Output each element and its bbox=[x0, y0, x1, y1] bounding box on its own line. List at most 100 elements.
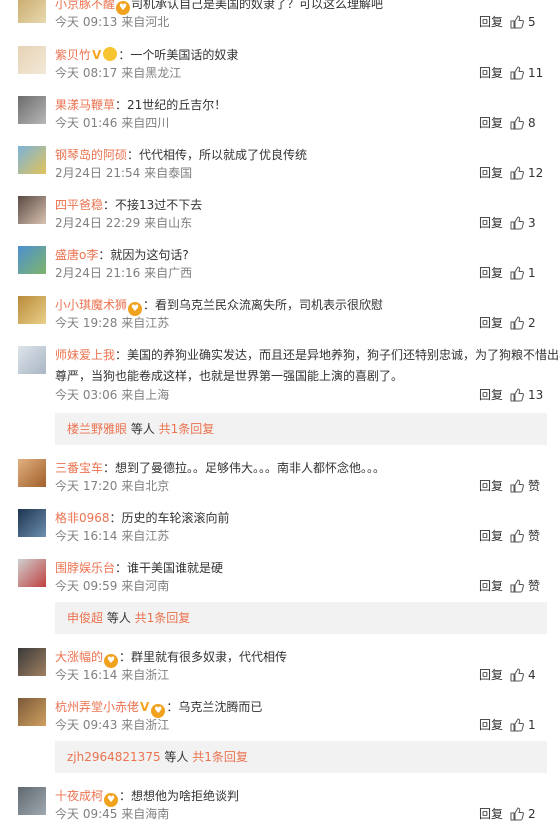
reply-button[interactable]: 回复 bbox=[479, 214, 503, 232]
like-button[interactable]: 1 bbox=[510, 716, 550, 734]
comment-line: 紫贝竹V ：一个听美国话的奴隶 bbox=[55, 46, 238, 64]
avatar[interactable] bbox=[18, 46, 46, 74]
avatar[interactable] bbox=[18, 698, 46, 726]
sub-reply-count-link[interactable]: 共1条回复 bbox=[192, 750, 248, 764]
verified-icon: V bbox=[92, 48, 102, 62]
reply-button[interactable]: 回复 bbox=[479, 805, 503, 823]
comment-text: ：群里就有很多奴隶，代代相传 bbox=[119, 650, 288, 664]
thumb-up-icon bbox=[510, 479, 524, 493]
thumb-up-icon bbox=[510, 807, 524, 821]
sub-reply-user-link[interactable]: zjh2964821375 bbox=[67, 750, 161, 764]
avatar[interactable] bbox=[18, 346, 46, 374]
like-button[interactable]: 13 bbox=[510, 386, 550, 404]
sub-reply-user-link[interactable]: 申俊超 bbox=[67, 611, 103, 625]
comment-line: 格非0968：历史的车轮滚滚向前 bbox=[55, 509, 230, 527]
reply-button[interactable]: 回复 bbox=[479, 666, 503, 684]
comment-meta: 今天 19:28 来自江苏 bbox=[55, 316, 170, 330]
avatar[interactable] bbox=[18, 509, 46, 537]
username-link[interactable]: 四平爸稳 bbox=[55, 198, 103, 212]
username-link[interactable]: 小小琪魔术狮 bbox=[55, 298, 127, 312]
like-count: 12 bbox=[528, 166, 544, 180]
comment-item: 大涨幅的 ♥ ：群里就有很多奴隶，代代相传 今天 16:14 来自浙江 回复 4 bbox=[0, 648, 560, 700]
comment-line: 大涨幅的 ♥ ：群里就有很多奴隶，代代相传 bbox=[55, 648, 288, 668]
reply-button[interactable]: 回复 bbox=[479, 114, 503, 132]
reply-button[interactable]: 回复 bbox=[479, 164, 503, 182]
comment-line: 四平爸稳：不接13过不下去 bbox=[55, 196, 202, 214]
like-button[interactable]: 赞 bbox=[510, 527, 550, 545]
comment-text: 司机承认自己是美国的奴隶了？可以这么理解吧 bbox=[131, 0, 384, 11]
comment-item: 果漾马鞭草：21世纪的丘吉尔！ 今天 01:46 来自四川 回复 8 bbox=[0, 96, 560, 148]
username-link[interactable]: 紫贝竹 bbox=[55, 48, 91, 62]
like-button[interactable]: 5 bbox=[510, 13, 550, 31]
avatar[interactable] bbox=[18, 787, 46, 815]
comment-text: ：想到了曼德拉。。足够伟大。。。南非人都怀念他。。。 bbox=[103, 461, 386, 475]
avatar[interactable] bbox=[18, 648, 46, 676]
avatar[interactable] bbox=[18, 0, 46, 23]
thumb-up-icon bbox=[510, 718, 524, 732]
like-button[interactable]: 1 bbox=[510, 264, 550, 282]
comment-text: ：看到乌克兰民众流离失所，司机表示很欣慰 bbox=[143, 298, 384, 312]
sub-reply-summary[interactable]: 楼兰野雅眼 等人 共1条回复 bbox=[55, 413, 547, 445]
comment-text: ：21世纪的丘吉尔！ bbox=[115, 98, 227, 112]
username-link[interactable]: 盛唐o李 bbox=[55, 248, 98, 262]
comment-text: ：就因为这句话? bbox=[98, 248, 189, 262]
sub-reply-summary[interactable]: 申俊超 等人 共1条回复 bbox=[55, 602, 547, 634]
avatar[interactable] bbox=[18, 559, 46, 587]
sub-reply-user-link[interactable]: 楼兰野雅眼 bbox=[67, 422, 127, 436]
reply-button[interactable]: 回复 bbox=[479, 314, 503, 332]
username-link[interactable]: 杭州弄堂小赤佬 bbox=[55, 700, 139, 714]
like-button[interactable]: 4 bbox=[510, 666, 550, 684]
comment-line: 盛唐o李：就因为这句话? bbox=[55, 246, 189, 264]
avatar[interactable] bbox=[18, 246, 46, 274]
thumb-up-icon bbox=[510, 579, 524, 593]
reply-button[interactable]: 回复 bbox=[479, 577, 503, 595]
sub-reply-summary[interactable]: zjh2964821375 等人 共1条回复 bbox=[55, 741, 547, 773]
username-link[interactable]: 围脖娱乐台 bbox=[55, 561, 115, 575]
avatar[interactable] bbox=[18, 146, 46, 174]
like-button[interactable]: 11 bbox=[510, 64, 550, 82]
reply-button[interactable]: 回复 bbox=[479, 477, 503, 495]
reply-button[interactable]: 回复 bbox=[479, 13, 503, 31]
avatar[interactable] bbox=[18, 96, 46, 124]
like-count: 2 bbox=[528, 807, 536, 821]
like-count: 1 bbox=[528, 718, 536, 732]
username-link[interactable]: 钢琴岛的阿硕 bbox=[55, 148, 127, 162]
like-button[interactable]: 3 bbox=[510, 214, 550, 232]
username-link[interactable]: 小京豚不醒 bbox=[55, 0, 115, 11]
sub-reply-count-link[interactable]: 共1条回复 bbox=[135, 611, 191, 625]
like-button[interactable]: 12 bbox=[510, 164, 550, 182]
sub-reply-count-link[interactable]: 共1条回复 bbox=[159, 422, 215, 436]
comment-meta: 今天 16:14 来自江苏 bbox=[55, 529, 170, 543]
username-link[interactable]: 格非0968 bbox=[55, 511, 110, 525]
reply-button[interactable]: 回复 bbox=[479, 64, 503, 82]
like-button[interactable]: 8 bbox=[510, 114, 550, 132]
username-link[interactable]: 十夜成柯 bbox=[55, 789, 103, 803]
thumb-up-icon bbox=[510, 66, 524, 80]
username-link[interactable]: 果漾马鞭草 bbox=[55, 98, 115, 112]
comment-item: 四平爸稳：不接13过不下去 2月24日 22:29 来自山东 回复 3 bbox=[0, 196, 560, 248]
like-button[interactable]: 赞 bbox=[510, 477, 550, 495]
reply-button[interactable]: 回复 bbox=[479, 716, 503, 734]
username-link[interactable]: 大涨幅的 bbox=[55, 650, 103, 664]
avatar[interactable] bbox=[18, 296, 46, 324]
like-count: 11 bbox=[528, 66, 544, 80]
reply-button[interactable]: 回复 bbox=[479, 264, 503, 282]
username-link[interactable]: 师妹爱上我 bbox=[55, 348, 115, 362]
avatar[interactable] bbox=[18, 196, 46, 224]
comment-item: 盛唐o李：就因为这句话? 2月24日 21:16 来自广西 回复 1 bbox=[0, 246, 560, 298]
reply-button[interactable]: 回复 bbox=[479, 527, 503, 545]
avatar[interactable] bbox=[18, 459, 46, 487]
comment-meta: 今天 09:13 来自河北 bbox=[55, 15, 170, 29]
reply-button[interactable]: 回复 bbox=[479, 386, 503, 404]
comment-text: ：历史的车轮滚滚向前 bbox=[109, 511, 230, 525]
comment-meta: 2月24日 22:29 来自山东 bbox=[55, 216, 193, 230]
comment-line: 杭州弄堂小赤佬V ♥ ：乌克兰沈腾而已 bbox=[55, 698, 262, 718]
like-button[interactable]: 2 bbox=[510, 805, 550, 823]
comment-meta: 今天 09:59 来自河南 bbox=[55, 579, 170, 593]
like-button[interactable]: 赞 bbox=[510, 577, 550, 595]
comment-item: 三番宝车：想到了曼德拉。。足够伟大。。。南非人都怀念他。。。 今天 17:20 来… bbox=[0, 459, 560, 511]
comment-line: 十夜成柯 ♥ ：想想他为啥拒绝谈判 bbox=[55, 787, 239, 807]
thumb-up-icon bbox=[510, 15, 524, 29]
like-button[interactable]: 2 bbox=[510, 314, 550, 332]
username-link[interactable]: 三番宝车 bbox=[55, 461, 103, 475]
